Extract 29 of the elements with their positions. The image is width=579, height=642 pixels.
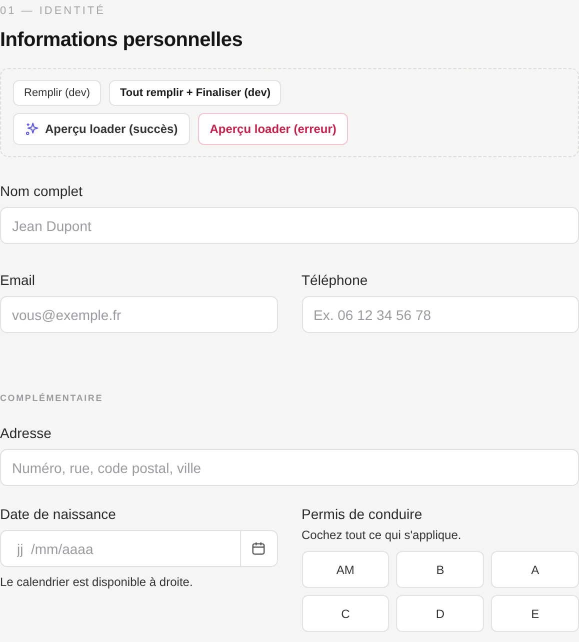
input-field[interactable]: Jean Dupont [0, 207, 579, 244]
section-number: 01 — IDENTITÉ [0, 5, 106, 17]
dev-button[interactable]: Tout remplir + Finaliser (dev) [109, 80, 282, 106]
page-title: Informations personnelles [0, 29, 244, 52]
licence-option[interactable]: C [302, 595, 390, 632]
calendar-icon [251, 541, 266, 556]
licence-option[interactable]: D [396, 595, 484, 632]
dev-button[interactable]: Aperçu loader (erreur) [198, 113, 348, 145]
date-field[interactable]: jj /mm/aaaa [0, 530, 278, 567]
field-label: Date de naissance [0, 506, 117, 522]
helper-text: Le calendrier est disponible à droite. [0, 575, 194, 589]
input-field[interactable]: Numéro, rue, code postal, ville [0, 449, 579, 486]
section-heading: COMPLÉMENTAIRE [0, 393, 104, 403]
dev-button[interactable]: Aperçu loader (succès) [13, 113, 190, 145]
field-label: Email [0, 272, 36, 288]
dev-button[interactable]: Remplir (dev) [13, 80, 102, 106]
date-input[interactable]: jj /mm/aaaa [1, 531, 240, 566]
field-label: Téléphone [302, 272, 369, 288]
licence-option[interactable]: E [491, 595, 579, 632]
field-label: Permis de conduire [302, 506, 424, 522]
input-field[interactable]: vous@exemple.fr [0, 296, 278, 333]
field-label: Nom complet [0, 183, 84, 199]
licence-option[interactable]: A [491, 551, 579, 588]
helper-text: Cochez tout ce qui s'applique. [302, 528, 462, 542]
field-label: Adresse [0, 425, 52, 441]
sparkle-icon [25, 122, 39, 136]
input-field[interactable]: Ex. 06 12 34 56 78 [302, 296, 579, 333]
licence-option[interactable]: B [396, 551, 484, 588]
licence-option[interactable]: AM [302, 551, 390, 588]
